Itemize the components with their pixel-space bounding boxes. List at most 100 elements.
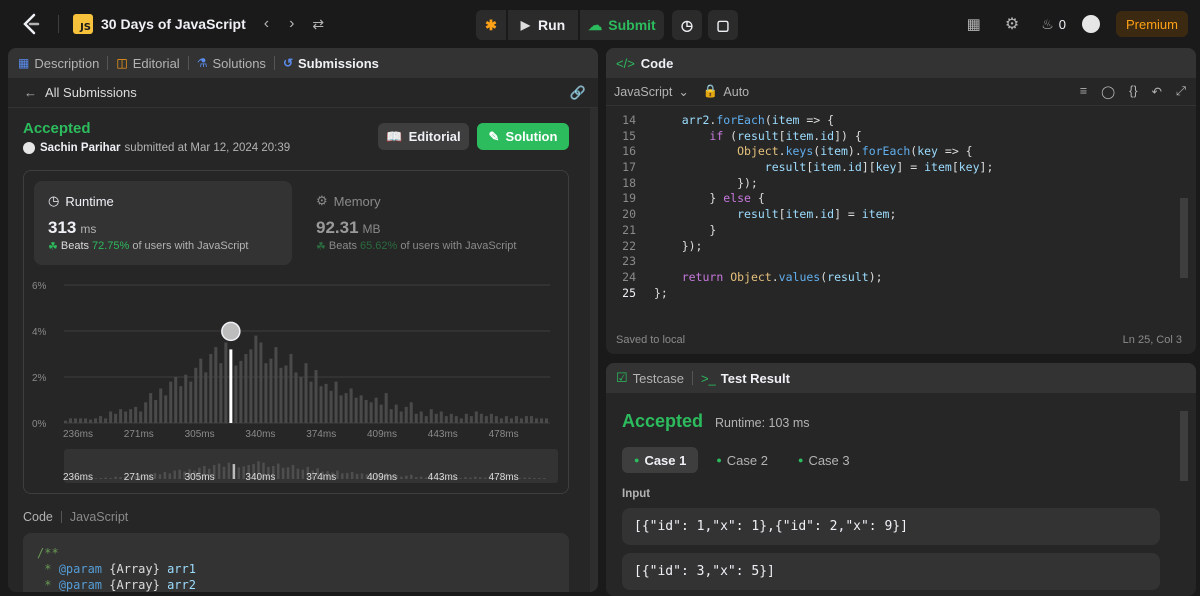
- runtime-bar[interactable]: [179, 386, 183, 423]
- runtime-bar[interactable]: [369, 402, 373, 423]
- runtime-bar[interactable]: [474, 411, 478, 424]
- runtime-bar[interactable]: [304, 363, 308, 423]
- runtime-bar[interactable]: [289, 354, 293, 423]
- gear-icon[interactable]: ⚙: [1005, 14, 1019, 34]
- tab-description[interactable]: ▦ Description: [18, 56, 99, 71]
- runtime-bar[interactable]: [189, 381, 193, 423]
- runtime-bar[interactable]: [149, 393, 153, 423]
- runtime-bar[interactable]: [264, 363, 268, 423]
- runtime-bar[interactable]: [229, 349, 233, 423]
- braces-icon[interactable]: {}: [1129, 84, 1137, 99]
- runtime-bar[interactable]: [209, 354, 213, 423]
- runtime-bar[interactable]: [444, 416, 448, 423]
- bookmark-icon[interactable]: ◯: [1101, 84, 1115, 99]
- runtime-bar[interactable]: [364, 400, 368, 423]
- tab-solutions[interactable]: ⚗ Solutions: [197, 56, 266, 71]
- runtime-bar[interactable]: [99, 416, 103, 423]
- runtime-bar[interactable]: [309, 381, 313, 423]
- runtime-bar[interactable]: [279, 367, 283, 423]
- runtime-bar[interactable]: [184, 374, 188, 423]
- notes-icon[interactable]: ▢: [708, 10, 738, 40]
- runtime-bar[interactable]: [159, 388, 163, 424]
- runtime-bar[interactable]: [499, 418, 503, 423]
- tab-editorial[interactable]: ◫ Editorial: [116, 56, 179, 71]
- runtime-bar[interactable]: [399, 411, 403, 424]
- shuffle-icon[interactable]: ⇄: [312, 16, 324, 33]
- runtime-bar[interactable]: [89, 419, 93, 423]
- memory-tile[interactable]: ⚙ Memory 92.31 MB ☘ Beats 65.62% of user…: [302, 181, 560, 265]
- runtime-bar[interactable]: [389, 409, 393, 423]
- case-2-button[interactable]: ● Case 2: [704, 447, 780, 473]
- runtime-bar[interactable]: [69, 418, 73, 423]
- runtime-bar[interactable]: [459, 418, 463, 423]
- runtime-bar[interactable]: [129, 409, 133, 423]
- runtime-bar[interactable]: [114, 413, 118, 423]
- runtime-bar[interactable]: [489, 413, 493, 423]
- runtime-bar[interactable]: [544, 418, 548, 423]
- runtime-bar[interactable]: [464, 413, 468, 423]
- language-select[interactable]: JavaScript: [614, 85, 672, 99]
- editorial-button[interactable]: 📖 Editorial: [378, 123, 469, 150]
- runtime-bar[interactable]: [414, 413, 418, 423]
- runtime-bar[interactable]: [194, 367, 198, 423]
- runtime-bar[interactable]: [539, 418, 543, 423]
- tab-submissions[interactable]: ↺ Submissions: [283, 56, 379, 71]
- runtime-bar[interactable]: [259, 342, 263, 424]
- runtime-bar[interactable]: [519, 418, 523, 423]
- runtime-bar[interactable]: [359, 395, 363, 423]
- runtime-bar[interactable]: [249, 349, 253, 423]
- code-editor[interactable]: 14 arr2.forEach(item => {15 if (result[i…: [606, 110, 1186, 305]
- runtime-bar[interactable]: [139, 411, 143, 424]
- runtime-bar[interactable]: [494, 416, 498, 423]
- layout-grid-icon[interactable]: ▦: [967, 15, 981, 33]
- runtime-bar[interactable]: [329, 390, 333, 423]
- submit-button[interactable]: ☁ Submit: [580, 10, 664, 40]
- runtime-bar[interactable]: [284, 365, 288, 424]
- runtime-bar[interactable]: [104, 418, 108, 423]
- problem-list-title[interactable]: 30 Days of JavaScript: [101, 16, 246, 32]
- runtime-bar[interactable]: [479, 413, 483, 423]
- runtime-bar[interactable]: [109, 411, 113, 424]
- result-scrollbar[interactable]: [1180, 411, 1188, 481]
- back-arrow-icon[interactable]: ←: [24, 85, 37, 100]
- prev-problem-icon[interactable]: ‹: [264, 15, 269, 33]
- runtime-bar[interactable]: [239, 360, 243, 423]
- runtime-bar[interactable]: [224, 342, 228, 424]
- tab-code[interactable]: Code: [641, 56, 674, 71]
- runtime-bar[interactable]: [144, 402, 148, 423]
- runtime-bar[interactable]: [404, 406, 408, 423]
- autocomplete-mode[interactable]: Auto: [723, 85, 749, 99]
- runtime-bar[interactable]: [254, 335, 258, 423]
- solution-button[interactable]: ✎ Solution: [477, 123, 569, 150]
- case-3-button[interactable]: ● Case 3: [786, 447, 862, 473]
- runtime-bar[interactable]: [269, 358, 273, 423]
- runtime-bar[interactable]: [119, 409, 123, 423]
- runtime-bar[interactable]: [514, 416, 518, 423]
- chevron-down-icon[interactable]: ⌄: [678, 84, 688, 99]
- expand-icon[interactable]: ⤢: [1176, 84, 1186, 99]
- editor-scrollbar[interactable]: [1180, 198, 1188, 278]
- runtime-bar[interactable]: [164, 395, 168, 423]
- left-scrollbar[interactable]: [590, 108, 598, 592]
- runtime-bar[interactable]: [64, 420, 68, 423]
- runtime-bar[interactable]: [319, 386, 323, 423]
- tab-testcase[interactable]: ☑ Testcase: [616, 370, 684, 386]
- runtime-bar[interactable]: [154, 400, 158, 423]
- user-name[interactable]: Sachin Parihar: [40, 142, 121, 154]
- runtime-bar[interactable]: [529, 416, 533, 423]
- all-submissions-link[interactable]: All Submissions: [45, 85, 137, 100]
- runtime-bar[interactable]: [504, 416, 508, 423]
- runtime-bar[interactable]: [334, 381, 338, 423]
- runtime-bar[interactable]: [449, 413, 453, 423]
- reset-icon[interactable]: ↶: [1152, 84, 1162, 99]
- run-button[interactable]: ▶ Run: [508, 10, 578, 40]
- avatar[interactable]: [1081, 15, 1100, 33]
- link-icon[interactable]: 🔗: [570, 85, 586, 101]
- runtime-bar[interactable]: [124, 411, 128, 424]
- format-icon[interactable]: ≡: [1080, 84, 1087, 99]
- tab-test-result[interactable]: >_ Test Result: [701, 371, 790, 386]
- runtime-bar[interactable]: [344, 393, 348, 423]
- flame-icon[interactable]: ♨: [1041, 16, 1054, 33]
- runtime-bar[interactable]: [524, 416, 528, 423]
- premium-button[interactable]: Premium: [1115, 11, 1188, 37]
